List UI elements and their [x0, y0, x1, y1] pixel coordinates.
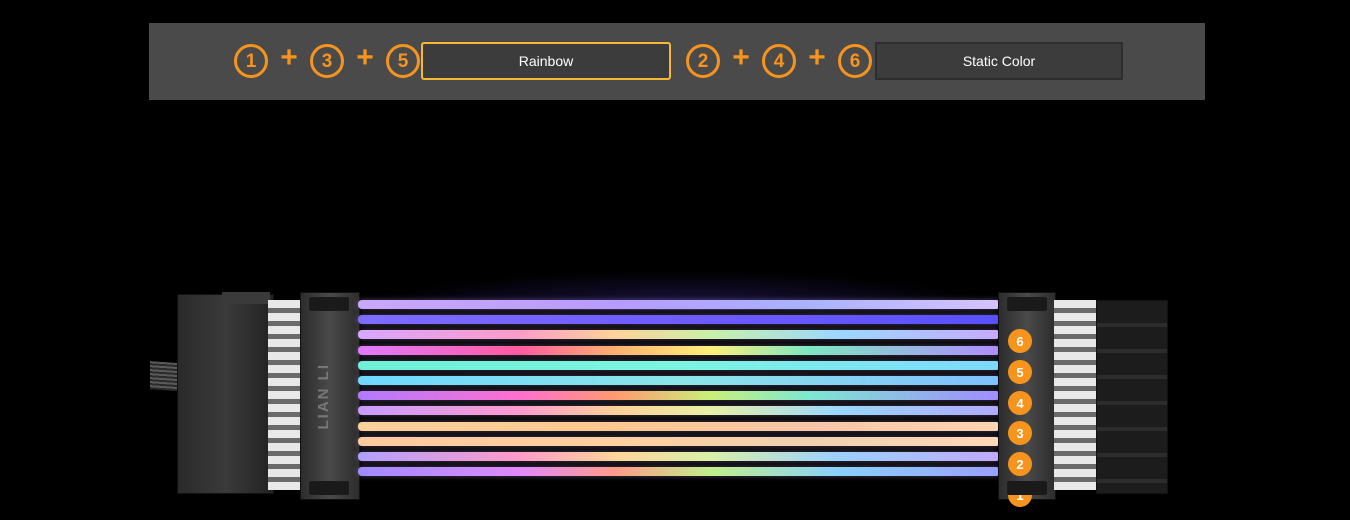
- rainbow-cable-group: 1 + 3 + 5: [234, 42, 420, 80]
- comb-tab: [1007, 481, 1047, 495]
- pin-badge-4: 4: [1008, 391, 1032, 415]
- comb-tab: [309, 297, 349, 311]
- circled-number-icon: 5: [386, 44, 420, 78]
- plus-icon: +: [356, 41, 374, 74]
- left-pin-wires: [268, 300, 304, 490]
- product-stage: 1 + 3 + 5 Rainbow 2 + 4 + 6 Static Color…: [0, 0, 1350, 520]
- left-connector: [177, 294, 274, 494]
- circled-number-icon: 6: [838, 44, 872, 78]
- left-cable-comb: LIAN LI: [300, 292, 360, 500]
- rgb-extension-cable-image: LIAN LI 6 5 4 3 2 1: [150, 270, 1180, 520]
- static-color-button[interactable]: Static Color: [875, 42, 1123, 80]
- rgb-light-strips: [358, 300, 1000, 480]
- static-color-cable-group: 2 + 4 + 6: [686, 42, 872, 80]
- comb-tab: [1007, 297, 1047, 311]
- light-strip: [358, 436, 1000, 446]
- rainbow-button[interactable]: Rainbow: [421, 42, 671, 80]
- left-connector-latch: [222, 292, 270, 304]
- lighting-mode-bar: 1 + 3 + 5 Rainbow 2 + 4 + 6 Static Color: [149, 23, 1205, 100]
- circled-number-icon: 3: [310, 44, 344, 78]
- pin-badge-3: 3: [1008, 421, 1032, 445]
- comb-tab: [309, 481, 349, 495]
- light-strip: [358, 300, 1000, 309]
- light-strip: [358, 467, 1000, 477]
- circled-number-icon: 1: [234, 44, 268, 78]
- light-strip: [358, 421, 1000, 431]
- light-strip: [358, 360, 1000, 370]
- light-strip: [358, 345, 1000, 355]
- light-strip: [358, 315, 1000, 325]
- plus-icon: +: [808, 41, 826, 74]
- light-strip: [358, 376, 1000, 385]
- circled-number-icon: 2: [686, 44, 720, 78]
- circled-number-icon: 4: [762, 44, 796, 78]
- pin-badge-2: 2: [1008, 452, 1032, 476]
- brand-label: LIAN LI: [315, 363, 332, 430]
- light-strip: [358, 391, 1000, 401]
- plus-icon: +: [732, 41, 750, 74]
- right-connector: [1096, 300, 1168, 494]
- plus-icon: +: [280, 41, 298, 74]
- right-cable-comb: 6 5 4 3 2 1: [998, 292, 1056, 507]
- pin-badge-6: 6: [1008, 329, 1032, 353]
- light-strip: [358, 452, 1000, 461]
- pin-badge-5: 5: [1008, 360, 1032, 384]
- right-pin-wires: [1054, 300, 1096, 490]
- light-strip: [358, 406, 1000, 416]
- light-strip: [358, 330, 1000, 340]
